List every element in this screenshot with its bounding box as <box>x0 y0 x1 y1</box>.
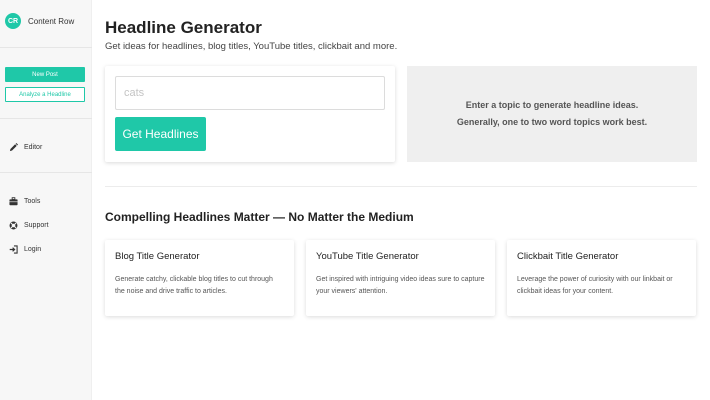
sidebar-divider <box>0 118 92 119</box>
section-title: Compelling Headlines Matter — No Matter … <box>105 210 414 224</box>
hint-text: Generally, one to two word topics work b… <box>456 117 648 127</box>
hint-box: Enter a topic to generate headline ideas… <box>407 66 697 162</box>
page-title: Headline Generator <box>105 18 262 37</box>
card-title: YouTube Title Generator <box>316 251 419 262</box>
new-post-button[interactable]: New Post <box>5 67 85 82</box>
brand-logo: CR <box>5 13 21 29</box>
sidebar: CR Content Row New Post Analyze a Headli… <box>0 0 92 400</box>
briefcase-icon <box>9 196 18 206</box>
sidebar-item-editor[interactable]: Editor <box>9 141 42 153</box>
sidebar-item-support[interactable]: Support <box>9 219 49 231</box>
sidebar-item-label: Support <box>24 221 49 229</box>
sidebar-item-login[interactable]: Login <box>9 243 41 255</box>
brand-name: Content Row <box>28 16 75 26</box>
card-description: Leverage the power of curiosity with our… <box>517 276 673 295</box>
lifebuoy-icon <box>9 221 18 230</box>
sidebar-divider <box>0 172 92 173</box>
get-headlines-button[interactable]: Get Headlines <box>115 117 206 151</box>
card-description: Get inspired with intriguing video ideas… <box>316 276 485 295</box>
sidebar-item-tools[interactable]: Tools <box>9 195 40 207</box>
section-divider <box>105 186 697 187</box>
clickbait-title-card[interactable]: Clickbait Title Generator Leverage the p… <box>507 240 696 316</box>
generator-card: Get Headlines <box>105 66 395 162</box>
blog-title-card[interactable]: Blog Title Generator Generate catchy, cl… <box>105 240 294 316</box>
sign-in-icon <box>9 244 18 254</box>
card-title: Clickbait Title Generator <box>517 251 619 262</box>
page-subtitle: Get ideas for headlines, blog titles, Yo… <box>105 41 398 52</box>
pencil-icon <box>9 142 18 152</box>
sidebar-item-label: Tools <box>24 197 41 205</box>
sidebar-item-label: Login <box>24 245 42 253</box>
topic-input[interactable] <box>115 76 385 110</box>
main-content: Headline Generator Get ideas for headlin… <box>92 0 710 400</box>
card-description: Generate catchy, clickable blog titles t… <box>115 276 273 295</box>
youtube-title-card[interactable]: YouTube Title Generator Get inspired wit… <box>306 240 495 316</box>
card-title: Blog Title Generator <box>115 251 200 262</box>
analyze-headline-button[interactable]: Analyze a Headline <box>5 87 85 102</box>
brand[interactable]: CR Content Row <box>5 13 74 29</box>
sidebar-divider <box>0 47 92 48</box>
hint-text: Enter a topic to generate headline ideas… <box>465 100 639 110</box>
sidebar-item-label: Editor <box>24 143 43 151</box>
